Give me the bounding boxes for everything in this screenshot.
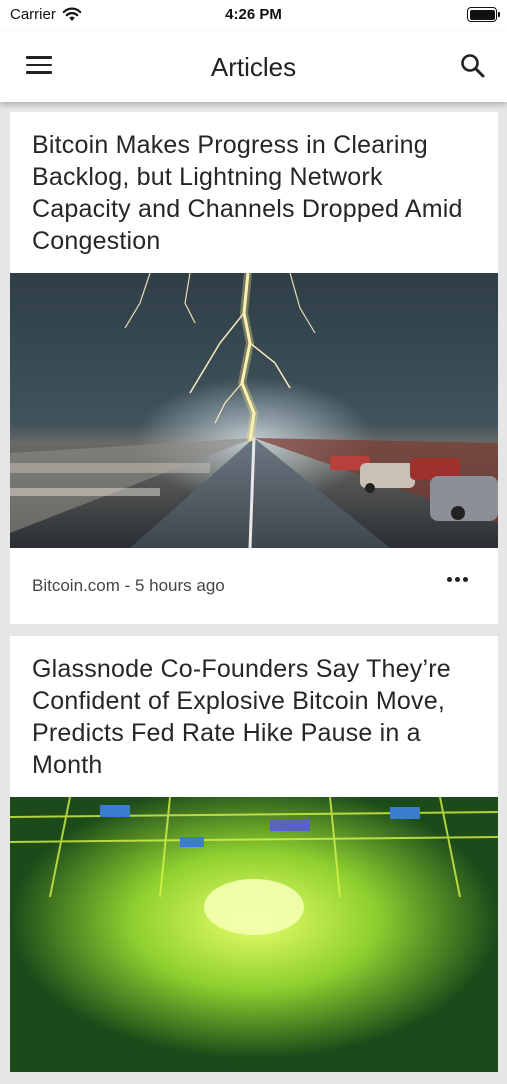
search-icon[interactable]	[459, 52, 487, 80]
article-title[interactable]: Bitcoin Makes Progress in Clearing Backl…	[10, 112, 498, 273]
article-card[interactable]: Bitcoin Makes Progress in Clearing Backl…	[10, 112, 498, 624]
battery-icon	[467, 7, 500, 22]
article-title[interactable]: Glassnode Co-Founders Say They’re Confid…	[10, 636, 498, 797]
more-options-icon[interactable]	[447, 577, 468, 582]
status-bar: Carrier 4:26 PM	[0, 0, 507, 32]
page-title: Articles	[210, 52, 297, 82]
article-footer: Bitcoin.com - 5 hours ago	[10, 548, 498, 624]
article-card[interactable]: Glassnode Co-Founders Say They’re Confid…	[10, 636, 498, 1072]
article-source: Bitcoin.com - 5 hours ago	[32, 576, 225, 595]
article-image-circuit[interactable]	[10, 797, 498, 1072]
status-time: 4:26 PM	[225, 6, 282, 23]
app-bar: Articles	[0, 32, 507, 102]
article-image-lightning[interactable]	[10, 273, 498, 548]
article-feed: Bitcoin Makes Progress in Clearing Backl…	[10, 112, 498, 1084]
